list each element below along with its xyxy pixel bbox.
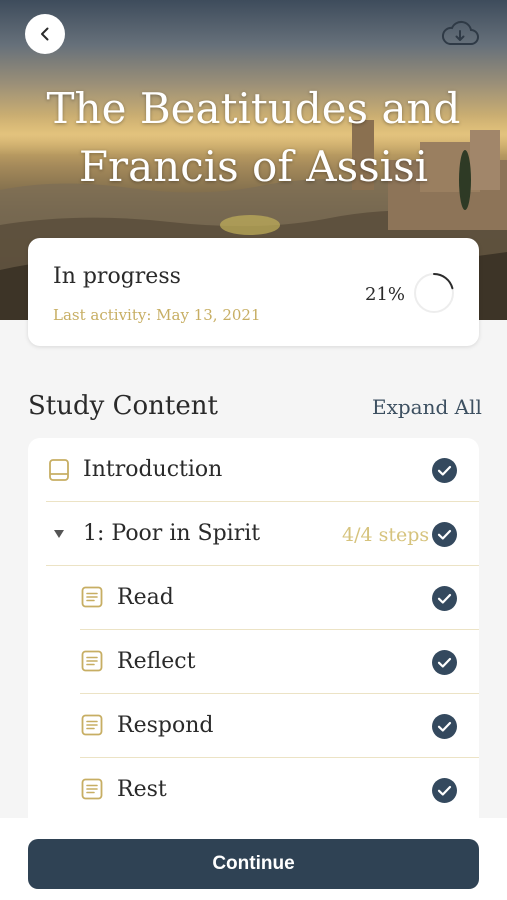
check-circle-icon <box>432 714 457 739</box>
list-item-label: Reflect <box>117 649 196 674</box>
check-circle-icon <box>432 778 457 803</box>
continue-button[interactable]: Continue <box>28 839 479 889</box>
progress-status: In progress <box>53 264 181 289</box>
page-title: The Beatitudes and Francis of Assisi <box>0 80 507 196</box>
cloud-download-icon <box>441 20 479 45</box>
study-content-list: Introduction 1: Poor in Spirit 4/4 steps… <box>28 438 479 838</box>
list-item-label: 1: Poor in Spirit <box>83 521 261 546</box>
progress-card: In progress Last activity: May 13, 2021 … <box>28 238 479 346</box>
last-activity-text: Last activity: May 13, 2021 <box>53 306 261 324</box>
list-item-label: Read <box>117 585 174 610</box>
list-item-respond[interactable]: Respond <box>28 694 479 758</box>
chevron-left-icon <box>41 27 49 41</box>
document-icon <box>81 650 103 672</box>
list-item-label: Respond <box>117 713 214 738</box>
title-line-2: Francis of Assisi <box>78 142 429 191</box>
list-item-label: Rest <box>117 777 167 802</box>
document-icon <box>81 778 103 800</box>
list-item-read[interactable]: Read <box>28 566 479 630</box>
progress-percent: 21% <box>365 284 406 305</box>
document-icon <box>81 714 103 736</box>
title-line-1: The Beatitudes and <box>46 84 461 133</box>
list-item-reflect[interactable]: Reflect <box>28 630 479 694</box>
list-item-rest[interactable]: Rest <box>28 758 479 822</box>
check-circle-icon <box>432 458 457 483</box>
book-icon <box>49 459 69 481</box>
list-item-introduction[interactable]: Introduction <box>28 438 479 502</box>
progress-ring-arc <box>433 273 454 290</box>
back-button[interactable] <box>25 14 65 54</box>
section-title: Study Content <box>28 391 218 421</box>
check-circle-icon <box>432 522 457 547</box>
download-button[interactable] <box>440 18 480 50</box>
document-icon <box>81 586 103 608</box>
progress-ring <box>414 273 454 313</box>
check-circle-icon <box>432 650 457 675</box>
expand-all-link[interactable]: Expand All <box>372 395 482 419</box>
list-item-label: Introduction <box>83 457 223 482</box>
caret-down-icon[interactable] <box>53 529 65 539</box>
check-circle-icon <box>432 586 457 611</box>
list-item-poor-in-spirit[interactable]: 1: Poor in Spirit 4/4 steps <box>28 502 479 566</box>
steps-count: 4/4 steps <box>342 524 430 546</box>
